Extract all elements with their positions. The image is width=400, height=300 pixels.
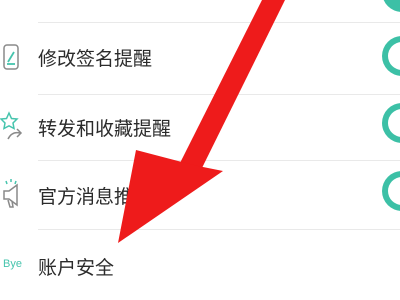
settings-screen: 修改签名提醒 转发和收藏提醒 官方消息推 Bye 账户安全 xyxy=(0,0,400,300)
bye-icon-text: Bye xyxy=(3,258,22,270)
toggle-switch[interactable] xyxy=(382,36,400,76)
settings-item-label: 转发和收藏提醒 xyxy=(38,118,172,140)
star-forward-icon xyxy=(0,109,34,149)
settings-item-label: 账户安全 xyxy=(38,257,115,279)
settings-row-account-security[interactable]: Bye 账户安全 xyxy=(0,230,400,300)
bye-text-icon: Bye xyxy=(0,254,34,294)
settings-row-forward-favorite-reminder[interactable]: 转发和收藏提醒 xyxy=(0,95,400,160)
signature-icon xyxy=(0,40,34,80)
toggle-switch[interactable] xyxy=(382,171,400,211)
settings-item-label: 修改签名提醒 xyxy=(38,48,153,70)
toggle-knob xyxy=(388,109,400,137)
settings-row-signature-reminder[interactable]: 修改签名提醒 xyxy=(0,23,400,95)
toggle-switch[interactable] xyxy=(382,103,400,143)
megaphone-icon xyxy=(0,175,34,215)
toggle-knob xyxy=(388,42,400,70)
toggle-knob xyxy=(388,177,400,205)
settings-row-official-message[interactable]: 官方消息推 xyxy=(0,161,400,229)
toggle-switch-partial[interactable] xyxy=(382,0,400,12)
settings-item-label: 官方消息推 xyxy=(38,186,134,208)
